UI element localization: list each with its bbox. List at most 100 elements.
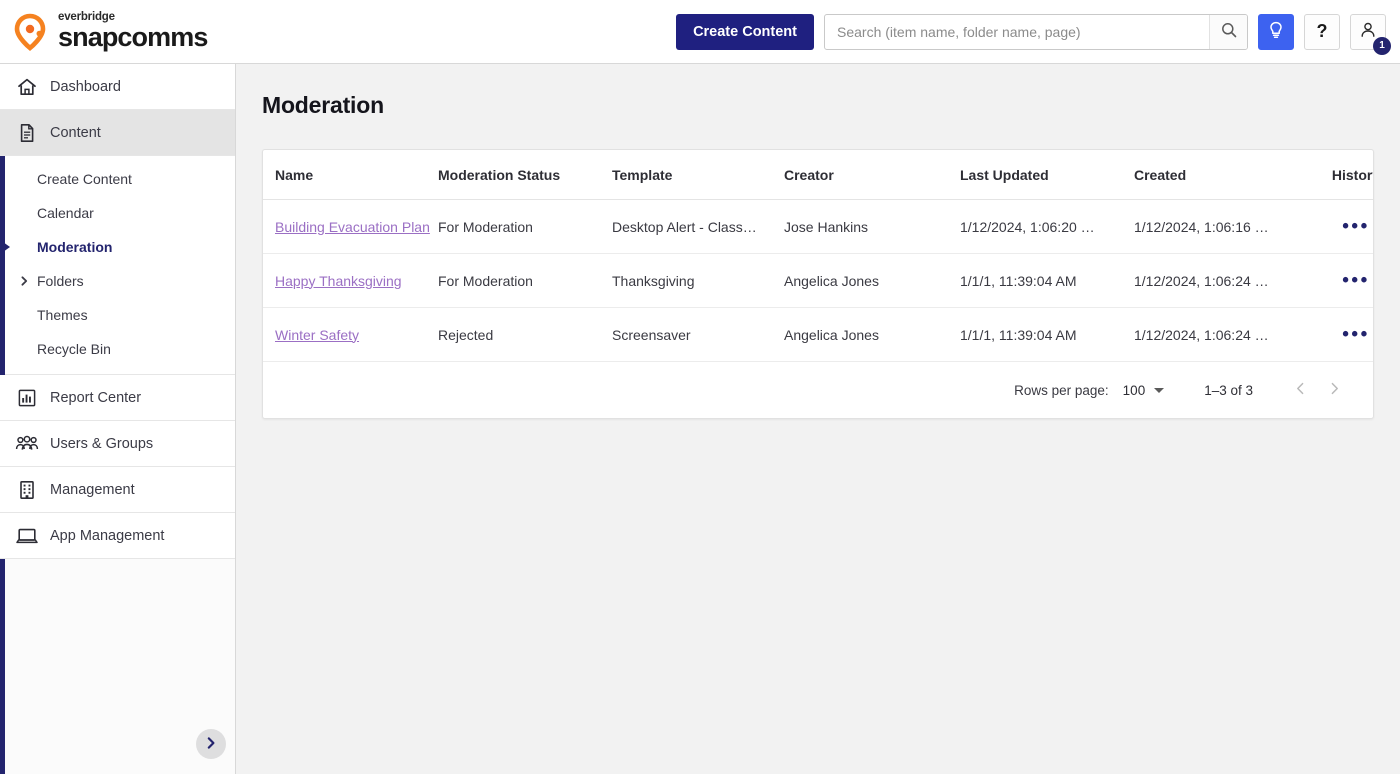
sidebar-sublabel-recycle-bin: Recycle Bin — [37, 341, 111, 357]
column-header-moderation-status[interactable]: Moderation Status — [438, 150, 612, 200]
app-root: everbridge snapcomms Create Content — [0, 0, 1400, 774]
chevron-down-icon — [1154, 388, 1164, 393]
content-name-link[interactable]: Building Evacuation Plan — [275, 219, 430, 235]
column-header-creator[interactable]: Creator — [784, 150, 960, 200]
cell-name: Happy Thanksgiving — [263, 254, 438, 308]
app-header: everbridge snapcomms Create Content — [0, 0, 1400, 64]
content-subnav: Create Content Calendar Moderation Folde… — [0, 156, 235, 375]
sidebar-item-dashboard[interactable]: Dashboard — [0, 64, 235, 110]
sidebar-sublabel-folders: Folders — [37, 273, 84, 289]
app-body: Dashboard Content Create Content — [0, 64, 1400, 774]
main-content: Moderation Name Moderation Status Templa… — [236, 64, 1400, 774]
cell-creator: Angelica Jones — [784, 308, 960, 362]
cell-moderation-status: Rejected — [438, 308, 612, 362]
column-header-created[interactable]: Created — [1134, 150, 1306, 200]
sidebar-subitem-moderation[interactable]: Moderation — [0, 230, 235, 264]
sidebar-label-app-management: App Management — [50, 528, 164, 544]
cell-creator: Angelica Jones — [784, 254, 960, 308]
building-icon — [14, 479, 40, 501]
cell-template: Thanksgiving — [612, 254, 784, 308]
brand-text: everbridge snapcomms — [58, 12, 207, 50]
cell-created: 1/12/2024, 1:06:24 … — [1134, 254, 1306, 308]
table-pagination: Rows per page: 100 1–3 of 3 — [263, 362, 1373, 418]
create-content-button[interactable]: Create Content — [676, 14, 814, 50]
question-mark-icon: ? — [1317, 21, 1328, 42]
sidebar-item-management[interactable]: Management — [0, 467, 235, 513]
sidebar-subitem-create-content[interactable]: Create Content — [0, 162, 235, 196]
pagination-range-label: 1–3 of 3 — [1204, 383, 1253, 398]
column-header-name[interactable]: Name — [263, 150, 438, 200]
sidebar-item-report-center[interactable]: Report Center — [0, 375, 235, 421]
people-group-icon — [14, 433, 40, 455]
cell-name: Winter Safety — [263, 308, 438, 362]
search-input[interactable] — [825, 15, 1209, 49]
sidebar-subitem-recycle-bin[interactable]: Recycle Bin — [0, 332, 235, 366]
page-title: Moderation — [262, 92, 1374, 119]
sidebar-subitem-folders[interactable]: Folders — [0, 264, 235, 298]
sidebar-item-content[interactable]: Content — [0, 110, 235, 156]
rows-per-page-select[interactable]: 100 — [1123, 383, 1165, 398]
cell-created: 1/12/2024, 1:06:24 … — [1134, 308, 1306, 362]
sidebar-sublabel-moderation: Moderation — [37, 239, 112, 255]
table-head: Name Moderation Status Template Creator … — [263, 150, 1374, 200]
person-icon — [1359, 21, 1377, 42]
cell-last-updated: 1/1/1, 11:39:04 AM — [960, 308, 1134, 362]
bar-chart-icon — [14, 387, 40, 409]
sidebar-sublabel-themes: Themes — [37, 307, 88, 323]
cell-template: Desktop Alert - Class… — [612, 200, 784, 254]
chevron-right-icon — [204, 736, 218, 753]
document-icon — [14, 122, 40, 144]
user-notification-badge: 1 — [1373, 37, 1391, 55]
sidebar-subitem-themes[interactable]: Themes — [0, 298, 235, 332]
header-actions: Create Content — [676, 14, 1400, 50]
table-row: Building Evacuation Plan For Moderation … — [263, 200, 1374, 254]
user-account-button[interactable]: 1 — [1350, 14, 1386, 50]
column-header-history[interactable]: History — [1306, 150, 1374, 200]
search-submit-button[interactable] — [1209, 15, 1247, 49]
main-sidebar: Dashboard Content Create Content — [0, 64, 236, 774]
cell-creator: Jose Hankins — [784, 200, 960, 254]
history-menu-button[interactable]: ••• — [1338, 271, 1373, 290]
sidebar-item-app-management[interactable]: App Management — [0, 513, 235, 559]
table-body: Building Evacuation Plan For Moderation … — [263, 200, 1374, 362]
sidebar-label-dashboard: Dashboard — [50, 79, 121, 95]
home-icon — [14, 76, 40, 98]
chevron-left-icon — [1293, 381, 1308, 399]
sidebar-sublabel-calendar: Calendar — [37, 205, 94, 221]
cell-history: ••• — [1306, 200, 1374, 254]
cell-last-updated: 1/1/1, 11:39:04 AM — [960, 254, 1134, 308]
content-name-link[interactable]: Winter Safety — [275, 327, 359, 343]
active-triangle-marker-icon — [3, 242, 10, 252]
column-header-template[interactable]: Template — [612, 150, 784, 200]
sidebar-label-users-groups: Users & Groups — [50, 436, 153, 452]
cell-template: Screensaver — [612, 308, 784, 362]
history-menu-button[interactable]: ••• — [1338, 325, 1373, 344]
help-button[interactable]: ? — [1304, 14, 1340, 50]
chevron-right-icon — [1327, 381, 1342, 399]
search-box — [824, 14, 1248, 50]
table-header-row: Name Moderation Status Template Creator … — [263, 150, 1374, 200]
next-page-button[interactable] — [1317, 373, 1351, 407]
ideas-button[interactable] — [1258, 14, 1294, 50]
moderation-card: Name Moderation Status Template Creator … — [262, 149, 1374, 419]
cell-history: ••• — [1306, 254, 1374, 308]
sidebar-item-users-groups[interactable]: Users & Groups — [0, 421, 235, 467]
snapcomms-pin-logo-icon — [10, 12, 50, 52]
cell-name: Building Evacuation Plan — [263, 200, 438, 254]
sidebar-sublabel-create-content: Create Content — [37, 171, 132, 187]
rows-per-page-value: 100 — [1123, 383, 1146, 398]
previous-page-button[interactable] — [1283, 373, 1317, 407]
cell-history: ••• — [1306, 308, 1374, 362]
column-header-last-updated[interactable]: Last Updated — [960, 150, 1134, 200]
moderation-table: Name Moderation Status Template Creator … — [263, 150, 1374, 362]
history-menu-button[interactable]: ••• — [1338, 217, 1373, 236]
chevron-right-icon — [19, 276, 30, 287]
cell-moderation-status: For Moderation — [438, 254, 612, 308]
sidebar-collapse-toggle-button[interactable] — [196, 729, 226, 759]
brand-logo[interactable]: everbridge snapcomms — [0, 12, 207, 52]
sidebar-label-content: Content — [50, 125, 101, 141]
sidebar-subitem-calendar[interactable]: Calendar — [0, 196, 235, 230]
rows-per-page-label: Rows per page: — [1014, 383, 1109, 398]
content-name-link[interactable]: Happy Thanksgiving — [275, 273, 402, 289]
lightbulb-icon — [1267, 21, 1285, 42]
